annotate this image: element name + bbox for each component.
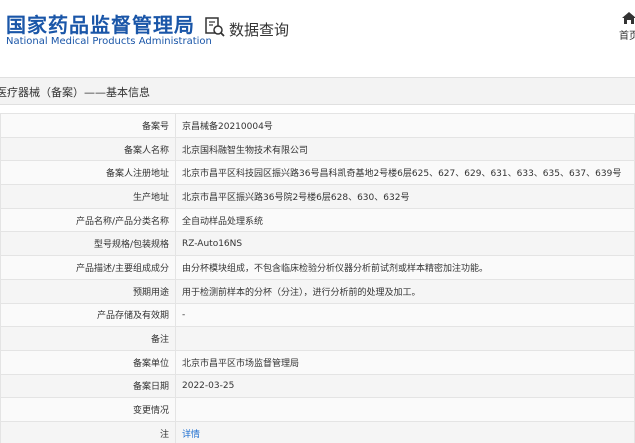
field-label: 备案单位 [0, 349, 176, 375]
table-row: 备案人名称 北京国科融智生物技术有限公司 [0, 136, 635, 162]
field-value: 2022-03-25 [175, 373, 635, 399]
field-value: RZ-Auto16NS [175, 231, 635, 257]
table-row: 备案人注册地址 北京市昌平区科技园区振兴路36号昌科凯奇基地2号楼6层625、6… [0, 160, 635, 186]
field-label: 备案日期 [0, 373, 176, 399]
table-row: 备案日期 2022-03-25 [0, 373, 635, 399]
details-link[interactable]: 详情 [182, 430, 200, 440]
basic-info-table: 备案号 京昌械备20210004号 备案人名称 北京国科融智生物技术有限公司 备… [0, 113, 635, 443]
data-query-label: 数据查询 [229, 20, 290, 39]
home-icon [612, 12, 635, 24]
field-label: 型号规格/包装规格 [0, 231, 176, 257]
field-value [175, 326, 635, 351]
table-row: 注 详情 [0, 420, 635, 443]
section-title-bar: 医疗器械（备案）——基本信息 [0, 77, 635, 105]
field-value: 京昌械备20210004号 [175, 113, 635, 138]
site-logo-title[interactable]: 国家药品监督管理局 [6, 9, 195, 38]
table-row: 产品描述/主要组成成分 由分杯模块组成，不包含临床检验分析仪器分析前试剂或样本精… [0, 255, 635, 280]
table-row: 生产地址 北京市昌平区振兴路36号院2号楼6层628、630、632号 [0, 184, 635, 209]
field-label: 产品名称/产品分类名称 [0, 207, 176, 233]
field-label: 产品描述/主要组成成分 [0, 255, 176, 280]
field-value: 北京市昌平区振兴路36号院2号楼6层628、630、632号 [175, 184, 635, 209]
field-label: 变更情况 [0, 397, 176, 422]
field-label: 生产地址 [0, 184, 176, 209]
table-row: 产品名称/产品分类名称 全自动样品处理系统 [0, 207, 635, 233]
field-value: 北京国科融智生物技术有限公司 [175, 136, 635, 162]
site-header: 国家药品监督管理局 National Medical Products Admi… [0, 0, 635, 64]
table-row: 型号规格/包装规格 RZ-Auto16NS [0, 231, 635, 257]
field-label: 备案人注册地址 [0, 160, 176, 186]
home-label: 首页 [619, 31, 635, 42]
table-row: 备案单位 北京市昌平区市场监督管理局 [0, 349, 635, 375]
field-value [175, 397, 635, 422]
field-value: 全自动样品处理系统 [175, 207, 635, 233]
field-value: - [175, 302, 635, 328]
table-row: 预期用途 用于检测前样本的分杯（分注），进行分析前的处理及加工。 [0, 278, 635, 304]
table-row: 备注 [0, 326, 635, 351]
field-label: 备注 [0, 326, 176, 351]
field-value: 由分杯模块组成，不包含临床检验分析仪器分析前试剂或样本精密加注功能。 [175, 255, 635, 280]
table-row: 变更情况 [0, 397, 635, 422]
field-label: 注 [0, 420, 176, 443]
table-row: 备案号 京昌械备20210004号 [0, 113, 635, 138]
data-query-link[interactable]: 数据查询 [204, 16, 289, 42]
field-value: 详情 [175, 420, 635, 443]
search-document-icon [204, 16, 226, 42]
page-title: 医疗器械（备案）——基本信息 [0, 86, 150, 99]
field-label: 备案号 [0, 113, 176, 138]
field-value: 用于检测前样本的分杯（分注），进行分析前的处理及加工。 [175, 278, 635, 304]
field-value: 北京市昌平区科技园区振兴路36号昌科凯奇基地2号楼6层625、627、629、6… [175, 160, 635, 186]
table-row: 产品存储及有效期 - [0, 302, 635, 328]
home-link[interactable]: 首页 [612, 12, 635, 42]
site-logo-subtitle[interactable]: National Medical Products Administration [6, 36, 212, 47]
field-label: 预期用途 [0, 278, 176, 304]
field-label: 备案人名称 [0, 136, 176, 162]
field-label: 产品存储及有效期 [0, 302, 176, 328]
field-value: 北京市昌平区市场监督管理局 [175, 349, 635, 375]
